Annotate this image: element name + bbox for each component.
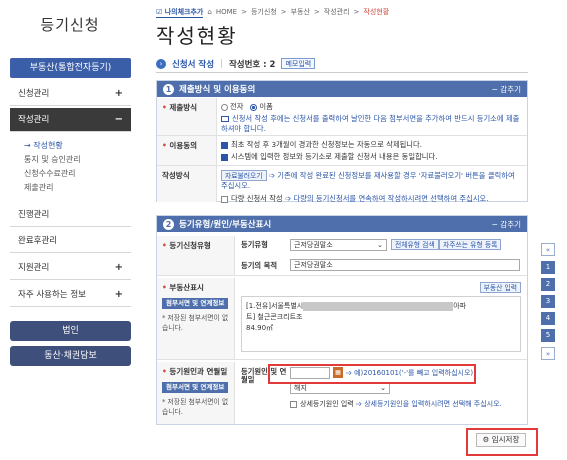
- estate-attach-note: * 저장된 첨부서면이 없습니다.: [162, 314, 229, 332]
- save-icon: ⚙: [482, 435, 490, 444]
- section-title: 등기유형/원인/부동산표시: [179, 220, 272, 230]
- crumb-current: 작성현황: [363, 8, 390, 16]
- cause-detail-checkbox[interactable]: 상세등기원인 입력 ➩ 상세등기원인을 입력하시려면 선택해 주십시오.: [290, 399, 502, 409]
- sidebar-item-label: 완료후관리: [18, 236, 58, 246]
- nav-section-3[interactable]: 3: [541, 295, 555, 308]
- sidebar: 등기신청 부동산(통합전자등기) 신청관리 + 작성관리 − → 작성현황 통지…: [0, 0, 140, 460]
- page-title: 작성현황: [156, 24, 238, 48]
- write-number: 작성번호 : 2: [228, 59, 276, 70]
- scroll-top-button[interactable]: «: [541, 243, 555, 256]
- estate-attach-button[interactable]: 첨부서면 및 연계정보: [162, 298, 229, 309]
- breadcrumb: ☑ 나의체크추가 ⌂ HOME > 등기신청 > 부동산 > 작성관리 > 작성현황: [156, 7, 390, 18]
- plus-icon: +: [114, 289, 123, 300]
- home-icon: ⌂: [207, 8, 212, 16]
- sidebar-sub-submit[interactable]: 제출관리: [24, 182, 53, 193]
- row-label: • 등기신청유형: [157, 236, 235, 275]
- row-label: • 제출방식: [157, 98, 217, 135]
- nav-section-1[interactable]: 1: [541, 261, 555, 274]
- row-reg-type: • 등기신청유형 등기유형 근저당권말소 ⌄ 전체유형 검색 자주쓰는 유형 등록…: [157, 236, 527, 276]
- plus-icon: +: [114, 262, 123, 273]
- chevron-down-icon: ⌄: [377, 241, 383, 249]
- row-label: 작성방식: [157, 166, 217, 202]
- agree-checkbox-1[interactable]: 최초 작성 후 3개월이 경과한 신청정보는 자동으로 삭제됩니다.: [221, 140, 523, 150]
- divider: |: [220, 58, 223, 69]
- sidebar-item-apply-manage[interactable]: 신청관리 +: [10, 82, 131, 106]
- nav-section-4[interactable]: 4: [541, 312, 555, 325]
- sub-bar-label: 신청서 작성: [172, 59, 215, 70]
- section-submit-agree: 1 제출방식 및 이용동의 − 감추기 • 제출방식 전자 이폼 신청서 작성 …: [156, 80, 528, 204]
- highlight-box-cause-date: [268, 364, 476, 384]
- crumb-apply[interactable]: 등기신청: [251, 7, 277, 17]
- sidebar-item-progress[interactable]: 진행관리: [10, 203, 131, 227]
- scroll-bottom-button[interactable]: »: [541, 347, 555, 360]
- load-data-button[interactable]: 자료불러오기: [221, 170, 267, 181]
- cause-attach-button[interactable]: 첨부서면 및 연계정보: [162, 382, 229, 393]
- sidebar-sub-write-status[interactable]: → 작성현황: [24, 140, 63, 151]
- collapse-button[interactable]: − 감추기: [492, 219, 521, 230]
- purpose-label: 등기의 목적: [241, 261, 278, 270]
- sidebar-item-complete[interactable]: 완료후관리: [10, 229, 131, 253]
- sidebar-item-support[interactable]: 지원관리 +: [10, 256, 131, 280]
- arrow-circle-icon: ›: [156, 58, 166, 69]
- submit-note: 신청서 작성 후에는 신청서를 출력하여 날인한 다음 첨부서면을 추가하여 반…: [221, 114, 520, 133]
- estate-list: [1.전유]서울특별시 아파 트] 철근콘크리트조 84.90㎡: [241, 296, 521, 352]
- section-title: 제출방식 및 이용동의: [179, 85, 256, 95]
- agree-checkbox-2[interactable]: 시스템에 입력한 정보와 등기소로 제출할 신청서 내용은 동일합니다.: [221, 152, 523, 162]
- my-check-add-link[interactable]: ☑ 나의체크추가: [156, 7, 204, 18]
- section-type-cause-estate: 2 등기유형/원인/부동산표시 − 감추기 • 등기신청유형 등기유형 근저당권…: [156, 215, 528, 425]
- purpose-field[interactable]: 근저당권말소: [290, 259, 520, 271]
- corporation-button[interactable]: 법인: [10, 321, 131, 341]
- sidebar-item-label: 신청관리: [18, 89, 50, 99]
- minus-icon: −: [114, 114, 123, 125]
- sidebar-item-write-manage[interactable]: 작성관리 −: [10, 108, 131, 132]
- all-type-search-button[interactable]: 전체유형 검색: [391, 239, 439, 250]
- sidebar-item-label: 자주 사용하는 정보: [18, 290, 86, 300]
- memo-button[interactable]: 메모입력: [281, 58, 316, 69]
- reg-type-select[interactable]: 근저당권말소 ⌄: [290, 239, 387, 251]
- row-label: • 등기원인과 연월일 첨부서면 및 연계정보 * 저장된 첨부서면이 없습니다…: [157, 362, 235, 424]
- row-estate: • 부동산표시 첨부서면 및 연계정보 * 저장된 첨부서면이 없습니다. 부동…: [157, 278, 527, 360]
- crumb-write-manage[interactable]: 작성관리: [324, 7, 350, 17]
- nav-section-5[interactable]: 5: [541, 329, 555, 342]
- sidebar-title: 등기신청: [40, 16, 100, 34]
- nav-section-2[interactable]: 2: [541, 278, 555, 291]
- sub-bar: › 신청서 작성 | 작성번호 : 2 메모입력: [156, 55, 528, 73]
- row-submit-method: • 제출방식 전자 이폼 신청서 작성 후에는 신청서를 출력하여 날인한 다음…: [157, 98, 527, 136]
- row-write-method: 작성방식 자료불러오기 ➩ 기존에 작성 완료된 신청정보를 재사용할 경우 '…: [157, 166, 527, 204]
- cause-attach-note: * 저장된 첨부서면이 없습니다.: [162, 398, 229, 416]
- chevron-down-icon: ⌄: [380, 384, 386, 392]
- sidebar-item-label: 작성관리: [18, 115, 50, 125]
- collapse-button[interactable]: − 감추기: [492, 84, 521, 95]
- section-number: 1: [163, 83, 174, 95]
- estate-input-button[interactable]: 부동산 입력: [479, 282, 521, 293]
- sidebar-sub-notice[interactable]: 통지 및 승인관리: [24, 154, 81, 165]
- redacted-block: [303, 301, 454, 311]
- row-label: • 이용동의: [157, 136, 217, 165]
- sidebar-sub-fee[interactable]: 신청수수료관리: [24, 168, 76, 179]
- reg-type-label: 등기유형: [241, 240, 268, 249]
- movable-collateral-button[interactable]: 동산·채권담보: [10, 346, 131, 366]
- crumb-real-estate[interactable]: 부동산: [291, 7, 310, 17]
- section-header: 1 제출방식 및 이용동의 − 감추기: [157, 81, 527, 97]
- section-number: 2: [163, 218, 174, 230]
- plus-icon: +: [114, 88, 123, 99]
- section-header: 2 등기유형/원인/부동산표시 − 감추기: [157, 216, 527, 232]
- multi-write-checkbox[interactable]: 다량 신청서 작성 ➩ 다량의 등기신청서를 연속하여 작성하시려면 선택하여 …: [221, 194, 523, 204]
- crumb-home[interactable]: HOME: [216, 8, 237, 16]
- radio-electronic[interactable]: 전자: [221, 102, 243, 111]
- radio-eform[interactable]: 이폼: [250, 102, 273, 111]
- info-icon: [221, 116, 229, 122]
- temp-save-button[interactable]: ⚙ 임시저장: [476, 433, 526, 447]
- row-label: • 부동산표시 첨부서면 및 연계정보 * 저장된 첨부서면이 없습니다.: [157, 278, 235, 359]
- row-agree: • 이용동의 최초 작성 후 3개월이 경과한 신청정보는 자동으로 삭제됩니다…: [157, 136, 527, 166]
- sidebar-item-label: 지원관리: [18, 263, 50, 273]
- frequent-type-register-button[interactable]: 자주쓰는 유형 등록: [439, 239, 502, 250]
- sidebar-head-real-estate[interactable]: 부동산(통합전자등기): [10, 58, 131, 78]
- sidebar-item-label: 진행관리: [18, 210, 50, 220]
- sidebar-item-favorites[interactable]: 자주 사용하는 정보 +: [10, 283, 131, 307]
